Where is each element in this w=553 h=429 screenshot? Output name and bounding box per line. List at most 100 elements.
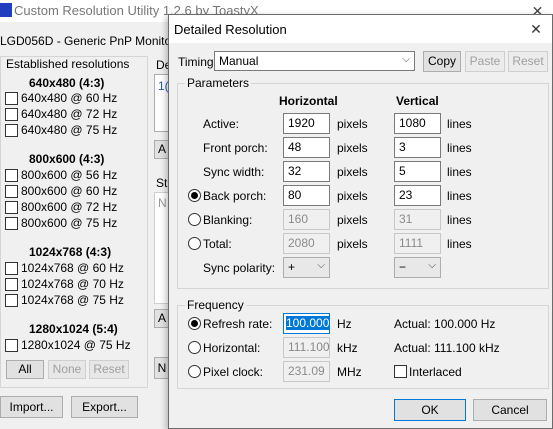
checkbox-800x600-56[interactable] [5,169,18,182]
param-label-blanking: Blanking: [203,213,253,227]
v-unit: lines [447,213,472,227]
checkbox-1024x768-70[interactable] [5,278,18,291]
res-label: 800x600 @ 60 Hz [21,184,118,198]
v-sync-width-input[interactable]: 5 [394,161,441,182]
app-icon [0,3,12,17]
refresh-rate-actual: Actual: 100.000 Hz [394,317,496,331]
export-button[interactable]: Export... [71,396,138,418]
h-active-input[interactable]: 1920 [283,113,330,134]
h-unit: pixels [337,165,368,179]
sync-polarity-label: Sync polarity: [203,261,276,275]
vertical-header: Vertical [396,94,439,108]
h-unit: pixels [337,213,368,227]
partial-label-st: St [156,176,168,190]
h-blanking-input[interactable]: 160 [283,209,330,230]
blanking-radio[interactable] [188,213,201,226]
v-total-input[interactable]: 1111 [394,233,441,254]
res-label: 800x600 @ 75 Hz [21,216,118,230]
interlaced-label: Interlaced [409,365,462,379]
select-all-button[interactable]: All [6,360,44,379]
res-label: 640x480 @ 72 Hz [21,107,118,121]
group-header-640x480: 640x480 (4:3) [29,76,105,90]
v-polarity-value: − [399,260,407,274]
h-unit: pixels [337,237,368,251]
h-unit: pixels [337,189,368,203]
param-label-total: Total: [203,237,232,251]
h-polarity-select[interactable]: + ⌵ [283,257,330,278]
chevron-down-icon: ⌵ [317,260,325,271]
h-front-porch-input[interactable]: 48 [283,137,330,158]
res-label: 800x600 @ 72 Hz [21,200,118,214]
timing-value: Manual [219,54,259,68]
back-porch-radio[interactable] [188,189,201,202]
established-resolutions-label: Established resolutions [4,57,132,71]
pixel-clock-label: Pixel clock: [203,365,264,379]
v-unit: lines [447,117,472,131]
checkbox-1280x1024-75[interactable] [5,339,18,352]
res-label: 640x480 @ 75 Hz [21,123,118,137]
reset-selection-button[interactable]: Reset [89,360,129,379]
select-none-button[interactable]: None [48,360,86,379]
frequency-label: Frequency [185,298,246,312]
refresh-rate-radio[interactable] [188,317,201,330]
paste-button[interactable]: Paste [465,51,505,72]
chevron-down-icon: ⌵ [428,260,436,271]
total-radio[interactable] [188,237,201,250]
checkbox-1024x768-75[interactable] [5,294,18,307]
v-back-porch-input[interactable]: 23 [394,185,441,206]
checkbox-640x480-75[interactable] [5,124,18,137]
v-unit: lines [447,165,472,179]
h-total-input[interactable]: 2080 [283,233,330,254]
checkbox-1024x768-60[interactable] [5,262,18,275]
horizontal-freq-actual: Actual: 111.100 kHz [394,341,500,355]
param-label-back-porch: Back porch: [203,189,267,203]
chevron-down-icon: ⌵ [402,54,410,65]
pixel-clock-unit: MHz [337,365,362,379]
group-header-800x600: 800x600 (4:3) [29,152,105,166]
ok-button[interactable]: OK [394,399,466,421]
timing-select[interactable]: Manual ⌵ [214,51,415,71]
horizontal-freq-input[interactable]: 111.100 [283,337,330,358]
cancel-button[interactable]: Cancel [473,399,547,421]
pixel-clock-radio[interactable] [188,365,201,378]
res-label: 640x480 @ 60 Hz [21,91,118,105]
import-button[interactable]: Import... [0,396,63,418]
dialog-close-icon[interactable]: ✕ [521,17,551,41]
param-label-sync-width: Sync width: [203,165,265,179]
interlaced-checkbox[interactable] [394,365,407,378]
res-label: 800x600 @ 56 Hz [21,168,118,182]
partial-label-n: N [158,196,167,210]
res-label: 1024x768 @ 75 Hz [21,293,124,307]
res-label: 1024x768 @ 70 Hz [21,277,124,291]
parameters-label: Parameters [185,76,252,90]
v-polarity-select[interactable]: − ⌵ [394,257,441,278]
horizontal-freq-radio[interactable] [188,341,201,354]
v-blanking-input[interactable]: 31 [394,209,441,230]
pixel-clock-input[interactable]: 231.09 [283,361,330,382]
h-sync-width-input[interactable]: 32 [283,161,330,182]
monitor-select[interactable]: LGD056D - Generic PnP Monitor (ac [0,34,195,48]
detailed-resolution-dialog: Detailed Resolution ✕ Timing: Manual ⌵ C… [168,14,553,429]
h-unit: pixels [337,117,368,131]
refresh-rate-value: 100.000 [286,316,330,330]
parameters-group [177,83,549,289]
refresh-rate-unit: Hz [337,317,352,331]
param-label-active: Active: [203,117,240,131]
v-active-input[interactable]: 1080 [394,113,441,134]
refresh-rate-input[interactable]: 100.000 [283,313,330,334]
reset-button[interactable]: Reset [508,51,548,72]
checkbox-640x480-60[interactable] [5,92,18,105]
dialog-title: Detailed Resolution [174,22,287,37]
h-unit: pixels [337,141,368,155]
group-header-1024x768: 1024x768 (4:3) [29,245,112,259]
v-front-porch-input[interactable]: 3 [394,137,441,158]
checkbox-800x600-72[interactable] [5,201,18,214]
h-polarity-value: + [288,260,296,274]
checkbox-640x480-72[interactable] [5,108,18,121]
refresh-rate-label: Refresh rate: [203,317,273,331]
checkbox-800x600-60[interactable] [5,185,18,198]
h-back-porch-input[interactable]: 80 [283,185,330,206]
copy-button[interactable]: Copy [423,51,461,72]
param-label-front-porch: Front porch: [203,141,268,155]
checkbox-800x600-75[interactable] [5,217,18,230]
